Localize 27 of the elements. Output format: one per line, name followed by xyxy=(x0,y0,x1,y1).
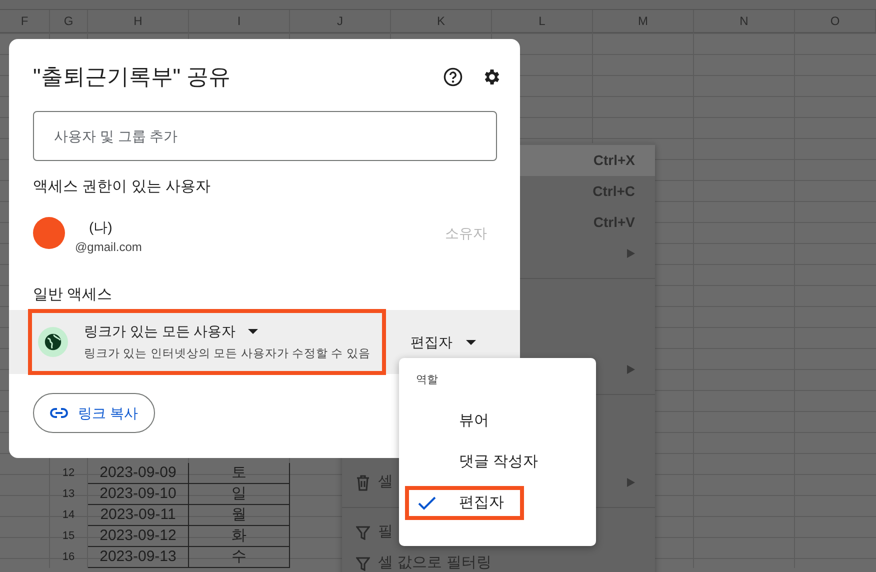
table-cell: 토 xyxy=(189,463,290,484)
user-email: @gmail.com xyxy=(74,238,142,256)
table-cell: 2023-09-11 xyxy=(88,505,189,526)
table-cell-text: 12 xyxy=(61,466,76,481)
table-cell: 2023-09-10 xyxy=(88,484,189,505)
table-cell-text: 15 xyxy=(61,528,76,544)
table-cell: 화 xyxy=(189,526,290,547)
table-cell: 월 xyxy=(189,505,290,526)
table-cell-text: 14 xyxy=(61,508,76,523)
access-description: 링크가 있는 인터넷상의 모든 사용자가 수정할 수 있음 xyxy=(84,346,370,362)
menu-item-label: 필 xyxy=(378,522,393,542)
menu-heading: 역할 xyxy=(415,373,438,388)
table-cell: 2023-09-09 xyxy=(88,463,189,484)
user-name: (나) xyxy=(88,218,114,237)
shortcut-label: Ctrl+X xyxy=(593,151,635,170)
section-heading: 액세스 권한이 있는 사용자 xyxy=(32,177,212,197)
table-cell: 수 xyxy=(189,547,290,568)
dialog-title: "출퇴근기록부" 공유 xyxy=(33,64,231,90)
menu-item-label: 셀 값으로 필터링 xyxy=(378,553,492,572)
role-label: 소유자 xyxy=(445,224,487,242)
table-cell: 2023-09-12 xyxy=(88,526,189,547)
table-cell: 2023-09-13 xyxy=(88,547,189,568)
table-cell-text: 13 xyxy=(61,486,76,502)
menu-item-label: 셀 xyxy=(378,472,393,492)
table-cell: 일 xyxy=(189,484,290,505)
section-heading: 일반 액세스 xyxy=(32,284,114,304)
table-cell-text: 16 xyxy=(61,550,76,565)
